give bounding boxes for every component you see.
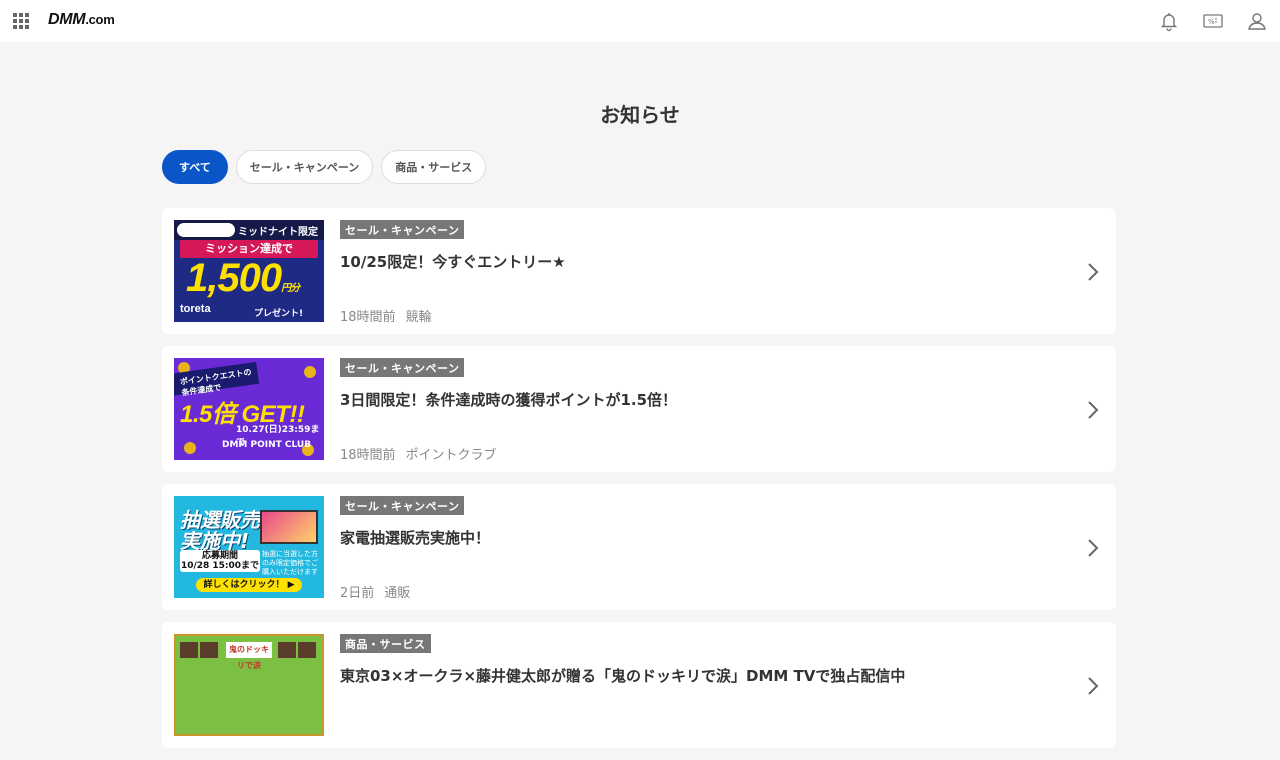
notice-card[interactable]: ポイントクエストの条件達成で 1.5倍 GET!! 10.27(日)23:59ま…	[162, 346, 1116, 472]
notice-time: 2日前	[340, 586, 375, 601]
category-tag: セール・キャンペーン	[340, 220, 465, 239]
notice-thumbnail: ポイントクエストの条件達成で 1.5倍 GET!! 10.27(日)23:59ま…	[174, 358, 324, 460]
notice-title: 家電抽選販売実施中！	[340, 529, 491, 547]
dmm-logo[interactable]: DMM.com	[48, 11, 115, 29]
filter-tabs: すべて セール・キャンペーン 商品・サービス	[162, 150, 487, 184]
banner-date-text: 10/28 15:00まで	[180, 561, 260, 571]
notice-card[interactable]: 鬼のドッキリで涙 商品・サービス 東京03×オークラ×藤井健太郎が贈る「鬼のドッ…	[162, 622, 1116, 748]
filter-all[interactable]: すべて	[162, 150, 228, 184]
banner-big-text: 1,500	[186, 256, 282, 300]
page-title: お知らせ	[600, 103, 680, 127]
notice-service: 通販	[384, 586, 411, 601]
notice-meta	[340, 720, 350, 735]
user-icon[interactable]	[1246, 10, 1268, 32]
coupon-icon[interactable]: %	[1202, 10, 1224, 32]
grid-icon[interactable]	[13, 13, 29, 29]
chevron-right-icon	[1086, 261, 1100, 283]
global-header: DMM.com %	[0, 0, 1280, 42]
banner-unit-text: 円分	[281, 283, 300, 294]
banner-date-label: 応募期間	[201, 551, 238, 561]
category-tag: セール・キャンペーン	[340, 496, 465, 515]
notice-thumbnail: 鬼のドッキリで涙	[174, 634, 324, 736]
notice-card[interactable]: 抽選販売 実施中! 応募期間 10/28 15:00まで 抽選に当選した方のみ限定…	[162, 484, 1116, 610]
notice-title: 10/25限定！今すぐエントリー★	[340, 253, 566, 271]
notice-time: 18時間前	[340, 448, 396, 463]
notice-list: ミッドナイト限定 ミッション達成で 1,500円分 toreta プレゼント! …	[162, 208, 1116, 760]
banner-button-text: 詳しくはクリック！ ▶	[196, 578, 302, 592]
notice-time: 18時間前	[340, 310, 396, 325]
filter-sale-campaign[interactable]: セール・キャンペーン	[235, 150, 374, 184]
notice-meta: 2日前 通販	[340, 582, 410, 601]
notice-card[interactable]: ミッドナイト限定 ミッション達成で 1,500円分 toreta プレゼント! …	[162, 208, 1116, 334]
notice-title: 3日間限定！条件達成時の獲得ポイントが1.5倍！	[340, 391, 678, 409]
logo-main: DMM	[48, 11, 86, 28]
bell-icon[interactable]	[1158, 10, 1180, 32]
filter-products-services[interactable]: 商品・サービス	[381, 150, 487, 184]
banner-foot-sub: プレゼント!	[254, 309, 304, 319]
banner-note-text: 抽選に当選した方のみ限定価格でご購入いただけます	[262, 550, 318, 576]
category-tag: 商品・サービス	[340, 634, 431, 653]
notice-service: ポイントクラブ	[405, 448, 497, 463]
chevron-right-icon	[1086, 675, 1100, 697]
banner-head-text: 鬼のドッキリで涙	[226, 642, 272, 670]
notice-thumbnail: 抽選販売 実施中! 応募期間 10/28 15:00まで 抽選に当選した方のみ限定…	[174, 496, 324, 598]
category-tag: セール・キャンペーン	[340, 358, 465, 377]
logo-suffix: .com	[85, 12, 115, 27]
notice-title: 東京03×オークラ×藤井健太郎が贈る「鬼のドッキリで涙」DMM TVで独占配信中	[340, 667, 906, 685]
svg-text:%: %	[1208, 18, 1215, 26]
notice-meta: 18時間前 競輪	[340, 306, 432, 325]
notice-service: 競輪	[405, 310, 432, 325]
chevron-right-icon	[1086, 399, 1100, 421]
notice-meta: 18時間前 ポイントクラブ	[340, 444, 497, 463]
banner-top-text: ミッドナイト限定	[238, 227, 318, 238]
banner-foot-text: toreta	[180, 303, 211, 315]
notice-thumbnail: ミッドナイト限定 ミッション達成で 1,500円分 toreta プレゼント!	[174, 220, 324, 322]
chevron-right-icon	[1086, 537, 1100, 559]
banner-logo-text: DMM POINT CLUB	[222, 440, 312, 450]
tv-icon	[260, 510, 318, 544]
